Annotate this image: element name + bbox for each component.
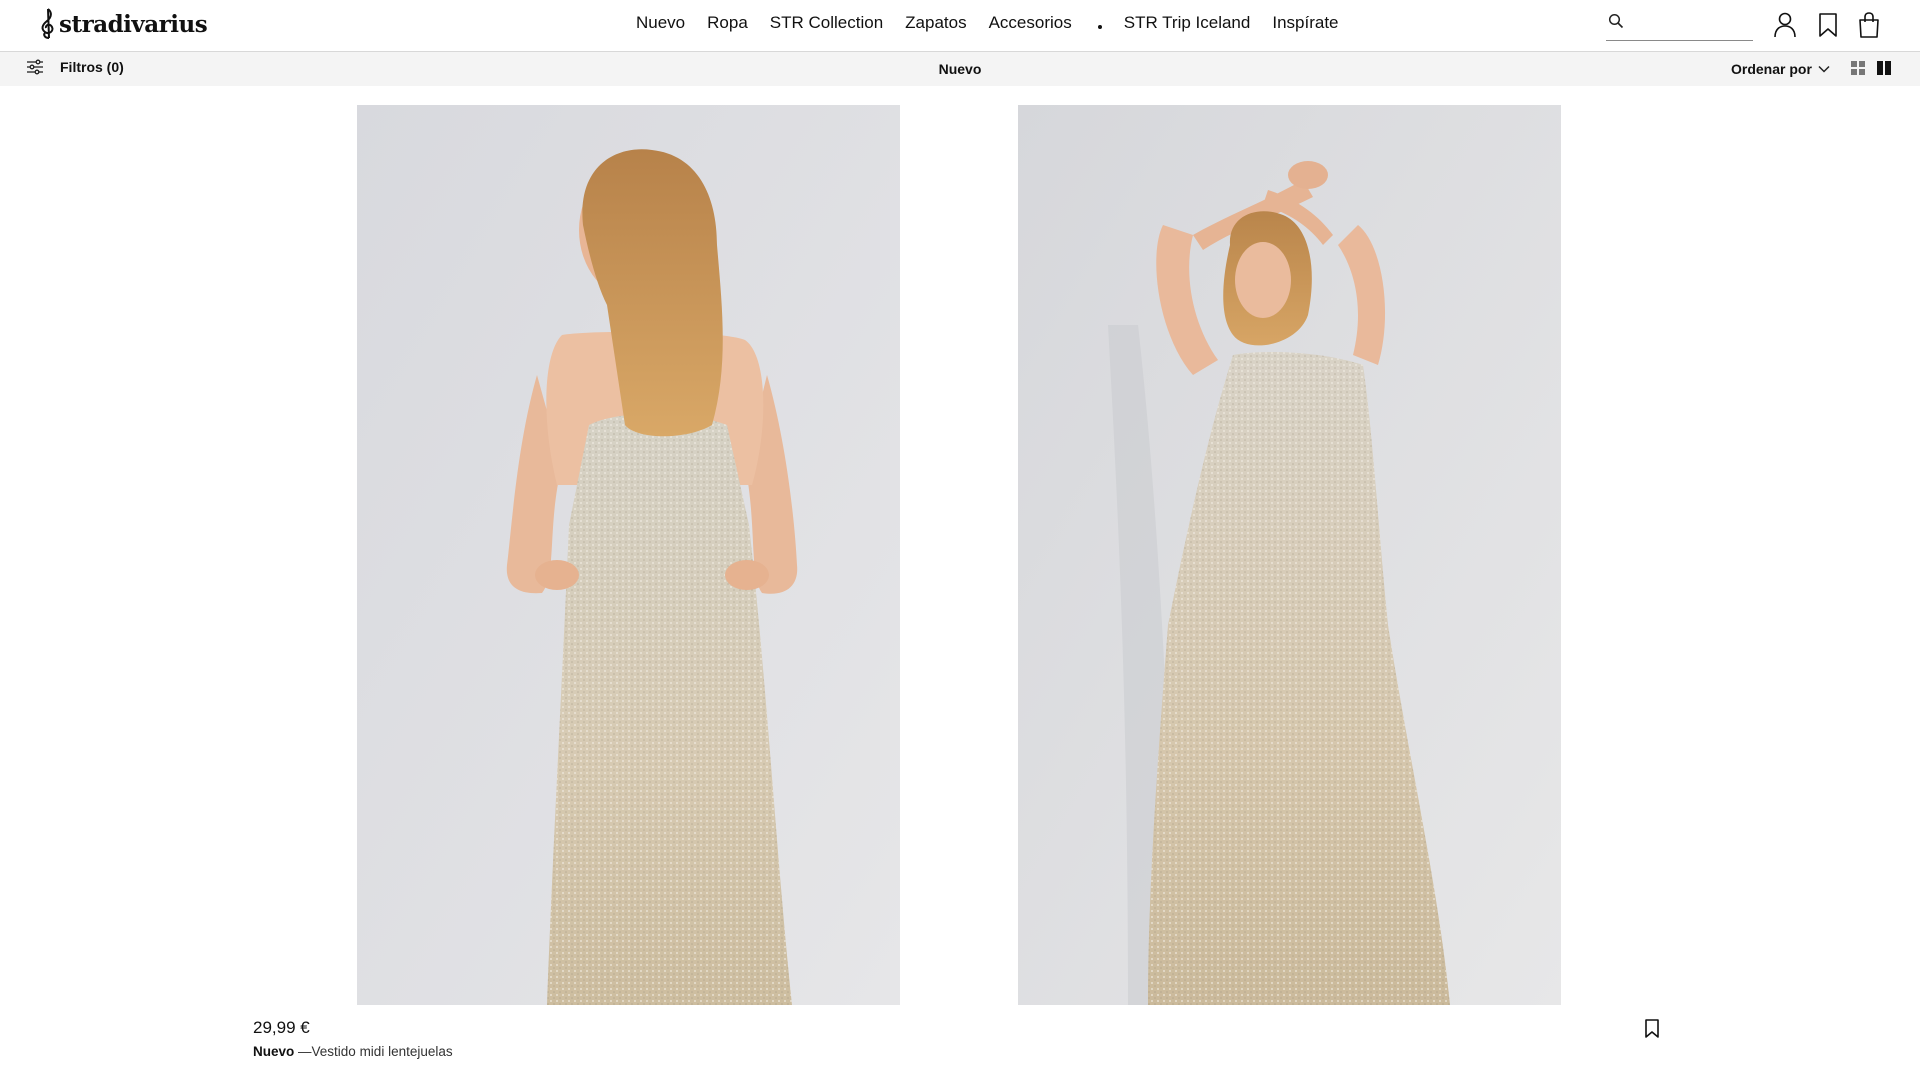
nav-item-accesorios[interactable]: Accesorios <box>989 13 1072 33</box>
title-separator: — <box>294 1044 312 1059</box>
grid-two-view-icon[interactable] <box>1876 60 1892 76</box>
new-badge: Nuevo <box>253 1044 295 1059</box>
nav-separator-dot <box>1097 25 1102 29</box>
top-navigation: stradivarius Nuevo Ropa STR Collection Z… <box>0 0 1920 52</box>
chevron-down-icon <box>1818 65 1830 73</box>
sort-label: Ordenar por <box>1731 61 1812 77</box>
shopping-bag-icon[interactable] <box>1856 11 1882 39</box>
save-bookmark-icon[interactable] <box>1643 1018 1661 1040</box>
nav-item-inspirate[interactable]: Inspírate <box>1272 13 1338 33</box>
brand-logo[interactable]: stradivarius <box>38 7 208 41</box>
nav-item-zapatos[interactable]: Zapatos <box>905 13 966 33</box>
search-input[interactable] <box>1632 12 1751 38</box>
logo-text: stradivarius <box>59 10 208 38</box>
treble-clef-icon <box>41 8 54 39</box>
product-image-back[interactable] <box>357 105 900 1005</box>
product-name-text: Vestido midi lentejuelas <box>311 1044 453 1059</box>
user-icon[interactable] <box>1772 11 1798 39</box>
product-price: 29,99 € <box>253 1018 310 1037</box>
nav-item-str-trip-iceland[interactable]: STR Trip Iceland <box>1124 13 1251 33</box>
bookmark-icon[interactable] <box>1815 11 1841 39</box>
nav-item-ropa[interactable]: Ropa <box>707 13 748 33</box>
section-title: Nuevo <box>938 61 982 77</box>
product-title[interactable]: Nuevo —Vestido midi lentejuelas <box>253 1044 453 1059</box>
grid-four-view-icon[interactable] <box>1850 60 1866 76</box>
filter-bar: Filtros (0) Nuevo Ordenar por <box>0 52 1920 86</box>
search-field[interactable] <box>1606 10 1753 41</box>
main-nav: Nuevo Ropa STR Collection Zapatos Acceso… <box>636 13 1361 33</box>
nav-item-nuevo[interactable]: Nuevo <box>636 13 685 33</box>
nav-item-str-collection[interactable]: STR Collection <box>770 13 883 33</box>
search-icon <box>1608 13 1624 29</box>
product-image-front[interactable] <box>1018 105 1561 1005</box>
sort-dropdown[interactable]: Ordenar por <box>1731 61 1830 77</box>
